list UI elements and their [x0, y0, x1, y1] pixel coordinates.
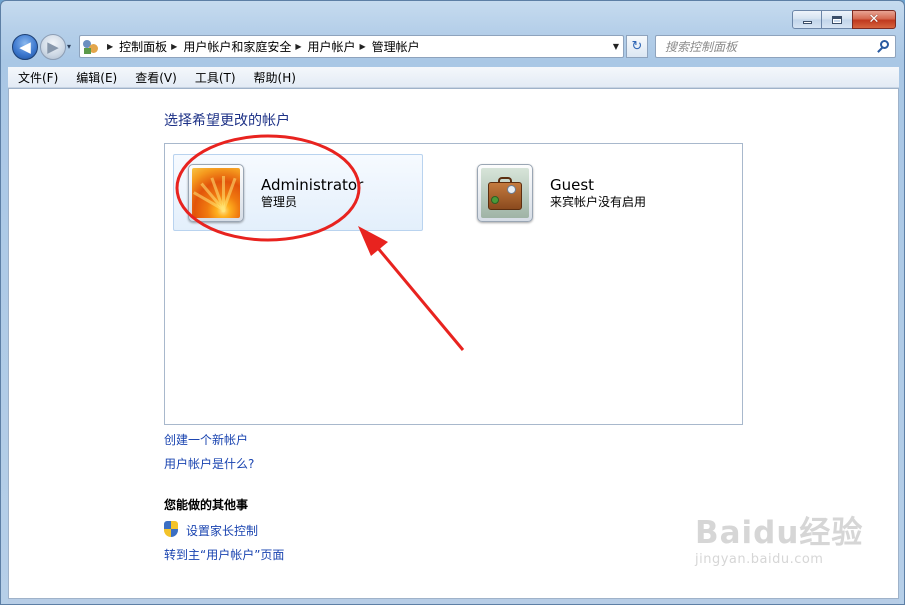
back-arrow-icon: ◀ — [19, 38, 31, 56]
avatar — [188, 163, 244, 222]
refresh-icon: ↻ — [631, 39, 643, 54]
search-input[interactable]: 搜索控制面板 — [655, 35, 896, 58]
account-tile-guest[interactable]: Guest 来宾帐户没有启用 — [463, 154, 713, 231]
address-bar[interactable]: ▶ 控制面板 ▶ 用户帐户和家庭安全 ▶ 用户帐户 ▶ 管理帐户 ▼ — [79, 35, 624, 58]
close-icon: ✕ — [868, 12, 880, 27]
uac-shield-icon — [164, 521, 179, 538]
search-icon[interactable] — [877, 39, 891, 54]
account-info: Guest 来宾帐户没有启用 — [550, 176, 646, 210]
breadcrumb-chevron-icon[interactable]: ▶ — [295, 42, 301, 51]
breadcrumb-user-accounts-family-safety[interactable]: 用户帐户和家庭安全 — [183, 38, 291, 55]
other-tasks-heading: 您能做的其他事 — [164, 498, 249, 512]
user-accounts-icon — [83, 39, 99, 55]
breadcrumb-user-accounts[interactable]: 用户帐户 — [308, 38, 356, 55]
chevron-down-icon: ▾ — [67, 42, 72, 51]
refresh-button[interactable]: ↻ — [626, 35, 648, 58]
parental-controls-link[interactable]: 设置家长控制 — [186, 522, 258, 539]
account-info: Administrator 管理员 — [261, 176, 363, 210]
main-user-accounts-page-link[interactable]: 转到主“用户帐户”页面 — [164, 546, 284, 563]
create-account-link[interactable]: 创建一个新帐户 — [164, 431, 248, 448]
what-is-user-account-link[interactable]: 用户帐户是什么? — [164, 455, 254, 472]
account-tile-administrator[interactable]: Administrator 管理员 — [173, 154, 423, 231]
maximize-icon — [832, 15, 842, 24]
avatar — [477, 163, 533, 222]
breadcrumb-manage-accounts[interactable]: 管理帐户 — [372, 38, 420, 55]
menu-help[interactable]: 帮助(H) — [244, 69, 304, 86]
watermark-logo: Baidu经验 — [695, 515, 864, 551]
account-status: 来宾帐户没有启用 — [550, 194, 647, 209]
menu-bar: 文件(F) 编辑(E) 查看(V) 工具(T) 帮助(H) — [8, 67, 899, 88]
forward-button[interactable]: ▶ — [40, 34, 66, 60]
minimize-button[interactable] — [792, 10, 822, 29]
back-button[interactable]: ◀ — [12, 34, 38, 60]
breadcrumb-chevron-icon[interactable]: ▶ — [107, 42, 113, 51]
breadcrumb-chevron-icon[interactable]: ▶ — [171, 42, 177, 51]
baidu-watermark: Baidu经验 jingyan.baidu.com — [695, 507, 863, 567]
flower-avatar-icon — [192, 167, 240, 218]
account-name: Administrator — [261, 175, 364, 194]
menu-view[interactable]: 查看(V) — [125, 69, 185, 86]
recent-pages-button[interactable]: ▾ — [67, 42, 71, 51]
forward-arrow-icon: ▶ — [47, 38, 59, 56]
menu-edit[interactable]: 编辑(E) — [66, 69, 125, 86]
breadcrumb-chevron-icon[interactable]: ▶ — [360, 42, 366, 51]
search-placeholder: 搜索控制面板 — [665, 40, 738, 54]
maximize-button[interactable] — [821, 10, 853, 29]
breadcrumb-control-panel[interactable]: 控制面板 — [119, 38, 167, 55]
minimize-icon — [802, 21, 812, 24]
account-list: Administrator 管理员 Guest 来宾帐户没有启用 — [164, 143, 743, 425]
menu-file[interactable]: 文件(F) — [8, 69, 66, 86]
luggage-avatar-icon — [481, 167, 529, 218]
page-title: 选择希望更改的帐户 — [164, 113, 290, 129]
window-bottom-border — [8, 599, 899, 604]
account-type: 管理员 — [261, 194, 298, 209]
address-dropdown-icon[interactable]: ▼ — [613, 42, 619, 51]
menu-tools[interactable]: 工具(T) — [185, 69, 244, 86]
close-button[interactable]: ✕ — [852, 10, 896, 29]
watermark-url: jingyan.baidu.com — [695, 552, 824, 567]
account-name: Guest — [550, 175, 595, 194]
caption-buttons: ✕ — [792, 10, 896, 29]
